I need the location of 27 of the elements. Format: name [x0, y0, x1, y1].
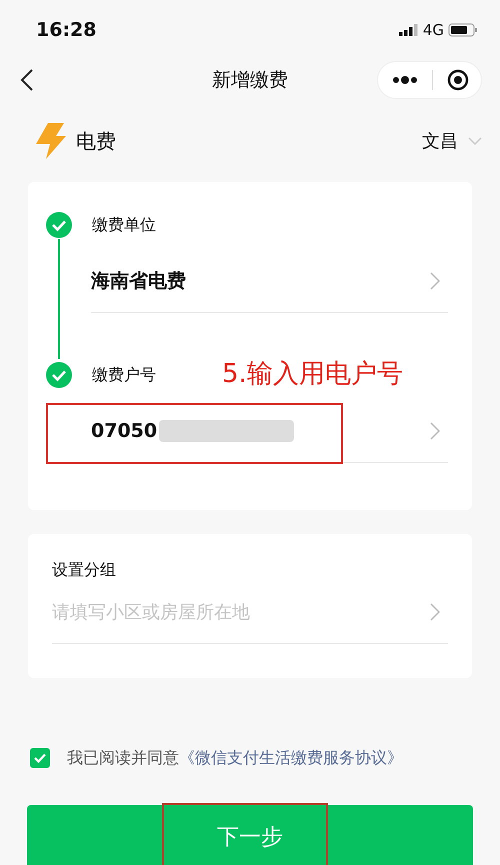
more-icon[interactable]	[392, 76, 418, 84]
region-selector[interactable]: 文昌	[422, 129, 482, 153]
chevron-down-icon	[468, 137, 482, 145]
back-icon[interactable]	[20, 68, 34, 92]
page-title: 新增缴费	[211, 68, 289, 93]
chevron-icon	[430, 422, 440, 440]
annotation-text: 5.输入用电户号	[222, 358, 403, 391]
agreement-text: 我已阅读并同意	[67, 748, 179, 768]
capsule-menu[interactable]	[377, 61, 482, 99]
field-label: 缴费单位	[92, 214, 156, 236]
category-name: 电费	[76, 128, 116, 154]
signal-icon	[398, 24, 419, 36]
close-icon[interactable]	[447, 69, 469, 91]
agreement-link[interactable]: 《微信支付生活缴费服务协议》	[179, 748, 403, 768]
battery-icon	[448, 23, 478, 37]
network-label: 4G	[422, 21, 444, 39]
field-label: 设置分组	[52, 560, 116, 579]
lightning-icon	[34, 123, 66, 159]
agreement-checkbox[interactable]	[30, 748, 50, 768]
check-icon	[33, 752, 47, 764]
select-field[interactable]: 07050	[91, 400, 448, 463]
status-time: 16:28	[36, 19, 96, 41]
chevron-icon	[430, 603, 440, 621]
select-field[interactable]: 海南省电费	[91, 250, 448, 313]
field-label: 缴费户号	[92, 364, 156, 386]
group-field[interactable]: 请填写小区或房屋所在地	[52, 602, 430, 622]
chevron-icon	[430, 272, 440, 290]
